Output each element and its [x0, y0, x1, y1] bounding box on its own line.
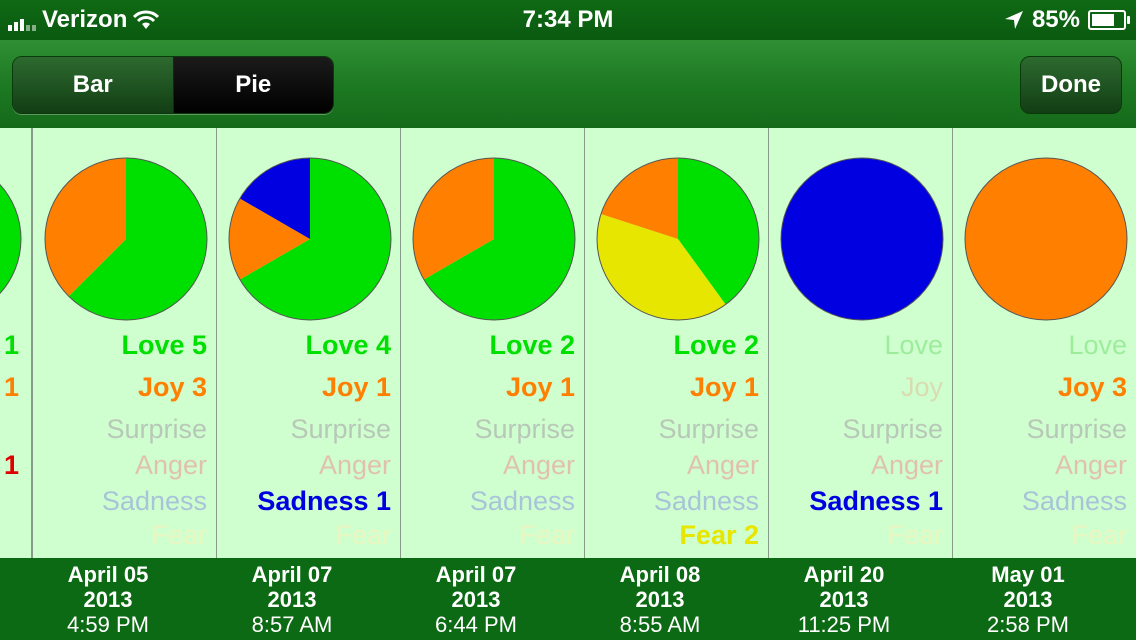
entry-date-year: 2013: [451, 587, 501, 612]
emotion-label-surprise: Surprise: [658, 414, 759, 444]
partial-anger-value: 1: [3, 450, 19, 480]
entry-date-year: 2013: [819, 587, 869, 612]
entry-date-day: April 08: [619, 562, 701, 587]
emotion-label-anger: Anger: [870, 450, 943, 480]
entry-date-day: April 05: [67, 562, 149, 587]
emotion-label-joy: Joy 1: [505, 372, 575, 402]
emotion-label-anger: Anger: [502, 450, 575, 480]
emotion-label-fear: Fear 2: [679, 520, 759, 550]
emotion-label-surprise: Surprise: [474, 414, 575, 444]
emotion-label-love: Love 5: [121, 330, 207, 360]
entry-date: April 07 2013 6:44 PM: [384, 562, 568, 637]
location-arrow-icon: [1004, 11, 1023, 29]
emotion-label-surprise: Surprise: [1026, 414, 1127, 444]
emotion-pie: [44, 157, 208, 321]
partial-entry-column: 1 1 1: [0, 128, 32, 558]
entry-date: April 20 2013 11:25 PM: [752, 562, 936, 637]
entry-column[interactable]: Love 4 Joy 1 Surprise Anger Sadness 1 Fear: [216, 128, 401, 558]
entry-date-day: April 07: [435, 562, 517, 587]
entry-date-year: 2013: [267, 587, 317, 612]
date-footer: April 05 2013 4:59 PM April 07 2013 8:57 AM Ap…: [0, 558, 1136, 640]
entry-date-year: 2013: [1003, 587, 1053, 612]
emotion-label-joy: Joy 3: [1057, 372, 1127, 402]
battery-level: [1092, 14, 1115, 26]
entries-scroller[interactable]: 1 1 1 Love 5 Joy 3 Surprise Anger Sadness Fea…: [0, 128, 1136, 558]
emotion-label-anger: Anger: [686, 450, 759, 480]
emotion-label-love: Love 2: [673, 330, 759, 360]
emotion-label-love: Love: [1068, 330, 1127, 360]
emotion-pie: [228, 157, 392, 321]
chart-type-segmented-control[interactable]: Bar Pie: [12, 56, 334, 114]
emotion-label-sadness: Sadness: [653, 486, 759, 516]
entry-time: 6:44 PM: [435, 612, 517, 637]
emotion-label-sadness: Sadness: [469, 486, 575, 516]
entry-time: 8:55 AM: [619, 612, 701, 637]
entry-time: 11:25 PM: [797, 612, 891, 637]
emotion-label-sadness: Sadness 1: [809, 486, 943, 516]
emotion-label-fear: Fear: [1071, 520, 1127, 550]
entry-date-day: April 20: [803, 562, 885, 587]
emotion-label-fear: Fear: [519, 520, 575, 550]
emotion-pie: [780, 157, 944, 321]
toolbar: Bar Pie Done: [0, 40, 1136, 129]
entry-column[interactable]: Love 2 Joy 1 Surprise Anger Sadness Fear 2: [584, 128, 769, 558]
entry-time: 8:57 AM: [251, 612, 333, 637]
emotion-pie: [964, 157, 1128, 321]
status-bar: Verizon 7:34 PM 85%: [0, 0, 1136, 40]
bar-segment[interactable]: Bar: [13, 57, 174, 113]
entry-date: April 07 2013 8:57 AM: [200, 562, 384, 637]
emotion-label-sadness: Sadness: [1021, 486, 1127, 516]
partial-love-value: 1: [3, 330, 19, 360]
emotion-label-anger: Anger: [1054, 450, 1127, 480]
entry-date: April 08 2013 8:55 AM: [568, 562, 752, 637]
emotion-label-surprise: Surprise: [290, 414, 391, 444]
emotion-label-joy: Joy 1: [321, 372, 391, 402]
pie-segment[interactable]: Pie: [173, 57, 333, 113]
emotion-label-joy: Joy: [900, 372, 943, 402]
entry-time: 2:58 PM: [987, 612, 1069, 637]
emotion-label-surprise: Surprise: [106, 414, 207, 444]
emotion-pie: [412, 157, 576, 321]
entry-column[interactable]: Love Joy Surprise Anger Sadness 1 Fear: [768, 128, 953, 558]
battery-percent: 85%: [1031, 6, 1080, 33]
entry-column[interactable]: Love 5 Joy 3 Surprise Anger Sadness Fear: [32, 128, 217, 558]
entry-date-year: 2013: [83, 587, 133, 612]
emotion-label-anger: Anger: [318, 450, 391, 480]
partial-pie: [0, 183, 22, 295]
emotion-label-love: Love: [884, 330, 943, 360]
emotion-label-fear: Fear: [335, 520, 391, 550]
pie-slice-sadness: [781, 158, 943, 320]
emotion-label-sadness: Sadness: [101, 486, 207, 516]
emotion-label-fear: Fear: [151, 520, 207, 550]
emotion-label-love: Love 4: [305, 330, 391, 360]
emotion-pie: [596, 157, 760, 321]
clock: 7:34 PM: [522, 6, 614, 33]
emotion-label-sadness: Sadness 1: [257, 486, 391, 516]
entry-date-day: April 07: [251, 562, 333, 587]
pie-slice-joy: [965, 158, 1127, 320]
status-right: 85%: [1004, 6, 1130, 34]
emotion-label-fear: Fear: [887, 520, 943, 550]
entry-column[interactable]: Love Joy 3 Surprise Anger Sadness Fear: [952, 128, 1136, 558]
entry-date-day: May 01: [991, 562, 1065, 587]
partial-joy-value: 1: [3, 372, 19, 402]
entry-date-year: 2013: [635, 587, 685, 612]
entry-date: May 01 2013 2:58 PM: [936, 562, 1120, 637]
done-button[interactable]: Done: [1020, 56, 1122, 114]
entry-column[interactable]: Love 2 Joy 1 Surprise Anger Sadness Fear: [400, 128, 585, 558]
entry-time: 4:59 PM: [67, 612, 149, 637]
emotion-label-surprise: Surprise: [842, 414, 943, 444]
emotion-label-joy: Joy 1: [689, 372, 759, 402]
emotion-label-anger: Anger: [134, 450, 207, 480]
entry-date: April 05 2013 4:59 PM: [16, 562, 200, 637]
emotion-label-joy: Joy 3: [137, 372, 207, 402]
emotion-label-love: Love 2: [489, 330, 575, 360]
battery-icon: [1088, 10, 1130, 30]
